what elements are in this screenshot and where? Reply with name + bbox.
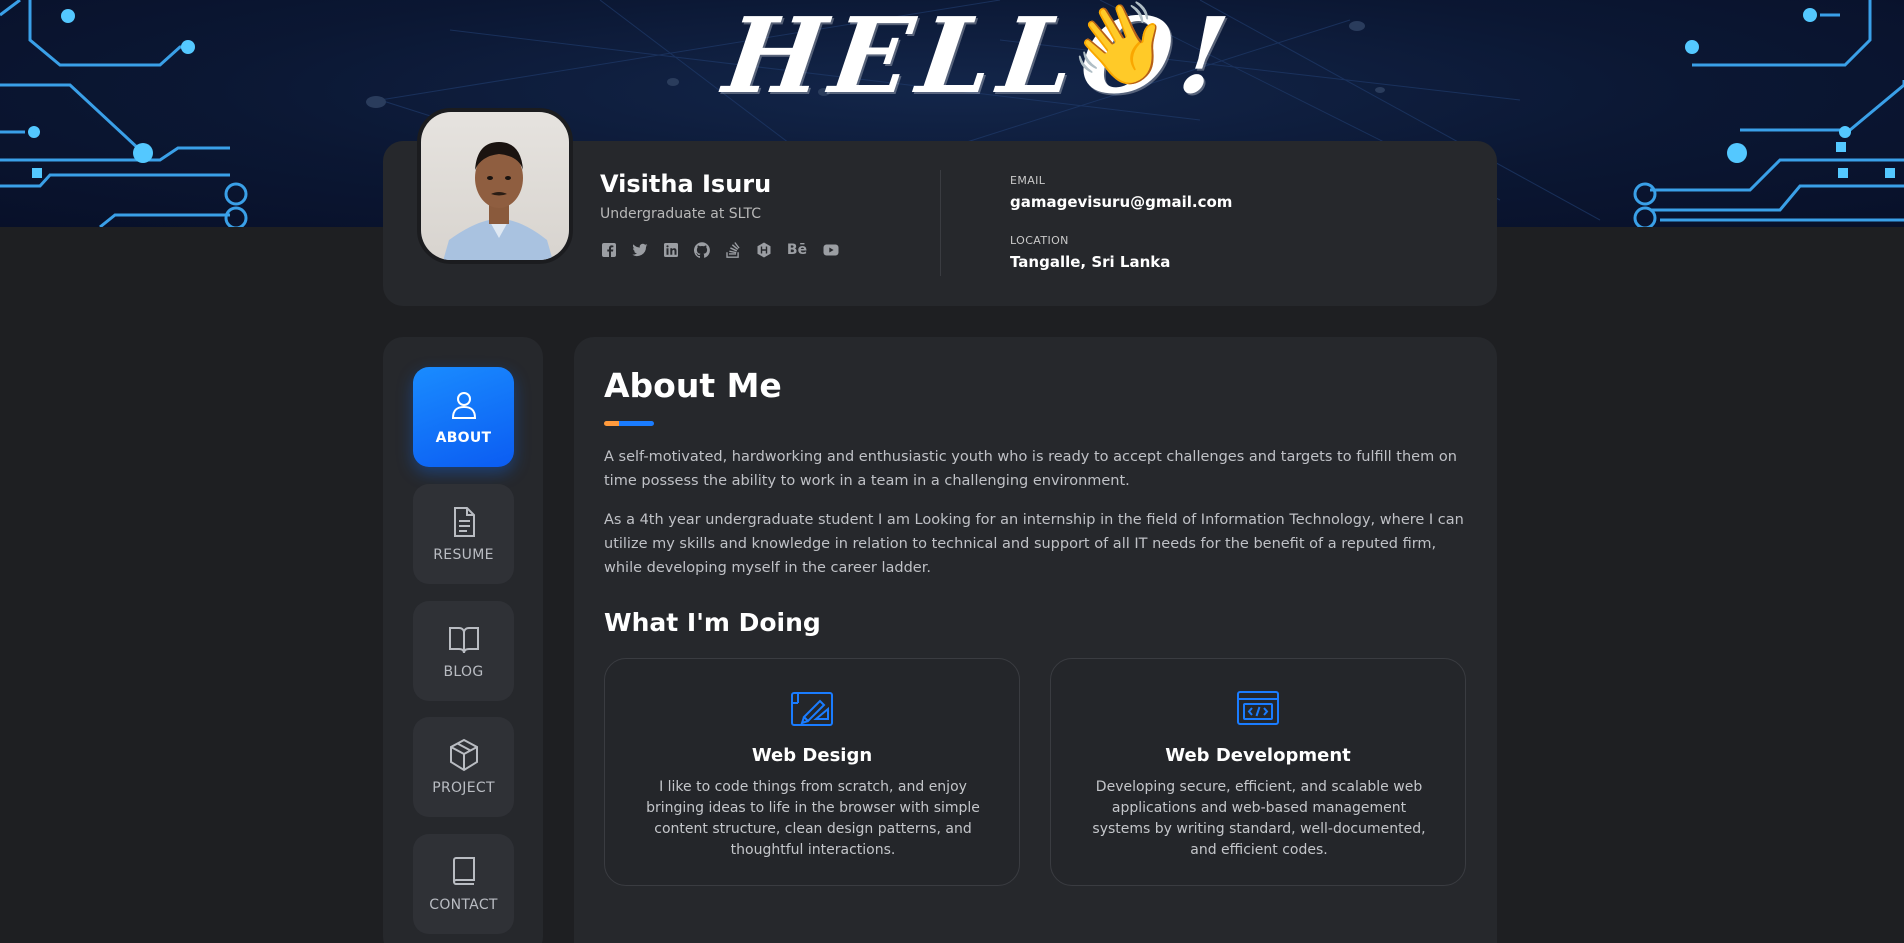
- nav-label: ABOUT: [435, 430, 492, 446]
- cube-icon: [449, 738, 478, 772]
- profile-divider: [940, 170, 941, 276]
- service-title: Web Design: [751, 745, 873, 766]
- email-value[interactable]: gamagevisuru@gmail.com: [1010, 193, 1232, 211]
- location-label: LOCATION: [1010, 234, 1069, 247]
- waving-hand-icon: 👋: [1070, 0, 1170, 90]
- nav-item-project[interactable]: PROJECT: [413, 717, 514, 817]
- hackerrank-icon[interactable]: [755, 241, 772, 258]
- service-title: Web Development: [1165, 745, 1351, 766]
- service-description: Developing secure, efficient, and scalab…: [1092, 779, 1426, 858]
- facebook-icon[interactable]: [600, 241, 617, 258]
- profile-name: Visitha Isuru: [600, 170, 772, 198]
- avatar: [417, 108, 573, 264]
- stackoverflow-icon[interactable]: [724, 241, 741, 258]
- social-links: Bē: [600, 241, 839, 258]
- service-card-web-development: Web Development Developing secure, effic…: [1050, 658, 1466, 886]
- youtube-icon[interactable]: [822, 241, 839, 258]
- github-icon[interactable]: [693, 241, 710, 258]
- behance-icon[interactable]: Bē: [786, 241, 808, 258]
- nav-item-resume[interactable]: RESUME: [413, 484, 514, 584]
- nav-label: RESUME: [433, 547, 494, 563]
- code-window-icon: [1236, 689, 1280, 727]
- page-title: About Me: [604, 366, 782, 405]
- book-icon: [452, 857, 475, 885]
- title-underline: [604, 421, 654, 426]
- open-book-icon: [448, 627, 479, 654]
- about-paragraph-2: As a 4th year undergraduate student I am…: [604, 512, 1464, 576]
- email-label: EMAIL: [1010, 174, 1046, 187]
- document-icon: [453, 507, 475, 537]
- nav-label: BLOG: [443, 664, 484, 680]
- nav-label: PROJECT: [432, 780, 495, 796]
- service-card-web-design: Web Design I like to code things from sc…: [604, 658, 1020, 886]
- service-description: I like to code things from scratch, and …: [646, 779, 980, 858]
- about-paragraph-1: A self-motivated, hardworking and enthus…: [604, 449, 1457, 489]
- design-blueprint-icon: [790, 689, 834, 727]
- linkedin-icon[interactable]: [662, 241, 679, 258]
- location-value: Tangalle, Sri Lanka: [1010, 253, 1171, 271]
- nav-item-about[interactable]: ABOUT: [413, 367, 514, 467]
- nav-item-contact[interactable]: CONTACT: [413, 834, 514, 934]
- nav-item-blog[interactable]: BLOG: [413, 601, 514, 701]
- nav-label: CONTACT: [429, 897, 498, 913]
- user-icon: [451, 392, 476, 419]
- profile-role: Undergraduate at SLTC: [600, 206, 762, 222]
- twitter-icon[interactable]: [631, 241, 648, 258]
- section-title: What I'm Doing: [604, 608, 821, 637]
